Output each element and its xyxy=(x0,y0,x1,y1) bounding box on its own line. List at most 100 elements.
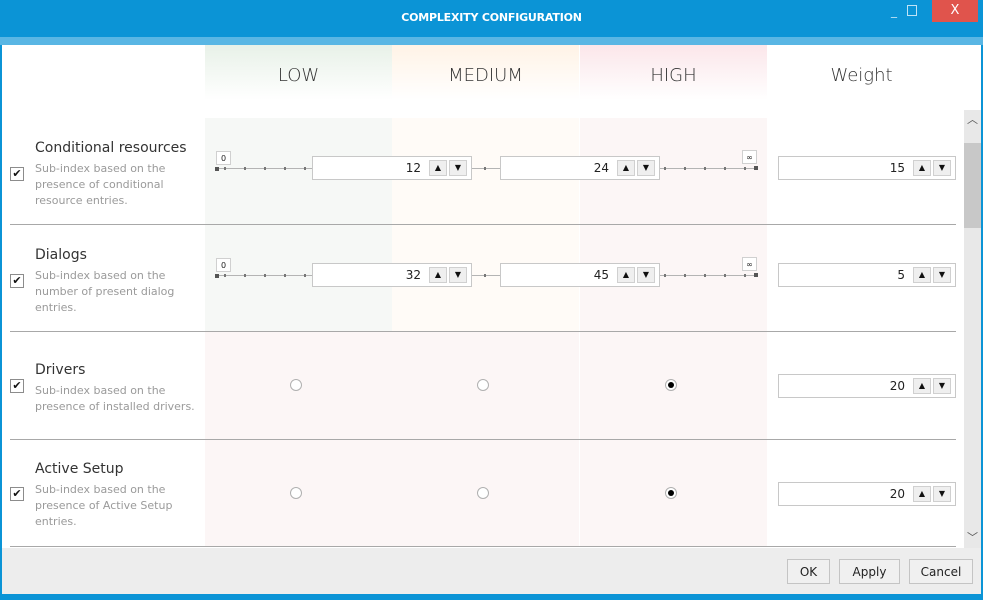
increment-button[interactable]: ▲ xyxy=(913,267,931,283)
decrement-button[interactable]: ▼ xyxy=(449,160,467,176)
check-icon: ✔ xyxy=(12,274,22,287)
weight-input[interactable]: 15 ▲ ▼ xyxy=(778,156,956,180)
weight-value: 15 xyxy=(889,161,905,175)
decrement-button[interactable]: ▼ xyxy=(637,160,655,176)
weight-input[interactable]: 20 ▲ ▼ xyxy=(778,482,956,506)
radio-low[interactable] xyxy=(290,487,302,499)
slider-tick xyxy=(664,167,666,170)
radio-low[interactable] xyxy=(290,379,302,391)
slider-end-cap xyxy=(754,166,758,170)
apply-button[interactable]: Apply xyxy=(839,559,900,584)
column-header-weight: Weight xyxy=(830,65,893,86)
slider-tick xyxy=(244,274,246,277)
vertical-scrollbar[interactable]: ︿ ﹀ xyxy=(964,110,981,548)
row-title: Dialogs xyxy=(35,247,87,263)
radio-high[interactable] xyxy=(665,487,677,499)
check-icon: ✔ xyxy=(12,167,22,180)
increment-button[interactable]: ▲ xyxy=(617,160,635,176)
slider-tick xyxy=(684,167,686,170)
scroll-up-button[interactable]: ︿ xyxy=(964,110,981,130)
slider-tick xyxy=(704,167,706,170)
radio-medium[interactable] xyxy=(477,379,489,391)
low-medium-threshold-input[interactable]: 12 ▲ ▼ xyxy=(312,156,472,180)
decrement-button[interactable]: ▼ xyxy=(933,267,951,283)
range-max-label: ∞ xyxy=(742,150,757,164)
slider-tick xyxy=(284,274,286,277)
row-title: Conditional resources xyxy=(35,140,187,156)
threshold-value: 12 xyxy=(405,161,421,175)
row-title: Drivers xyxy=(35,362,86,378)
weight-value: 20 xyxy=(889,379,905,393)
config-row-active-setup: ✔ Active Setup Sub-index based on the pr… xyxy=(2,440,964,547)
accent-strip xyxy=(0,37,983,45)
config-row-drivers: ✔ Drivers Sub-index based on the presenc… xyxy=(2,332,964,440)
slider-tick xyxy=(284,167,286,170)
threshold-value: 24 xyxy=(593,161,609,175)
column-header-low: LOW xyxy=(277,65,320,86)
config-row-conditional-resources: ✔ Conditional resources Sub-index based … xyxy=(2,118,964,225)
weight-input[interactable]: 20 ▲ ▼ xyxy=(778,374,956,398)
threshold-value: 32 xyxy=(405,268,421,282)
slider-track-high xyxy=(660,168,754,169)
config-row-dialogs: ✔ Dialogs Sub-index based on the number … xyxy=(2,225,964,332)
row-description: Sub-index based on the presence of Activ… xyxy=(35,483,173,528)
slider-tick xyxy=(244,167,246,170)
radio-high[interactable] xyxy=(665,379,677,391)
increment-button[interactable]: ▲ xyxy=(913,160,931,176)
range-min-label: 0 xyxy=(216,258,231,272)
range-min-label: 0 xyxy=(216,151,231,165)
decrement-button[interactable]: ▼ xyxy=(637,267,655,283)
increment-button[interactable]: ▲ xyxy=(617,267,635,283)
slider-tick xyxy=(744,167,746,170)
slider-tick xyxy=(684,274,686,277)
enable-checkbox[interactable]: ✔ xyxy=(10,167,24,181)
increment-button[interactable]: ▲ xyxy=(429,267,447,283)
scrollbar-thumb[interactable] xyxy=(964,143,981,228)
maximize-button[interactable] xyxy=(898,0,926,22)
enable-checkbox[interactable]: ✔ xyxy=(10,487,24,501)
row-description: Sub-index based on the presence of condi… xyxy=(35,162,166,207)
row-description: Sub-index based on the presence of insta… xyxy=(35,384,195,413)
close-button[interactable]: X xyxy=(932,0,978,22)
weight-value: 20 xyxy=(889,487,905,501)
decrement-button[interactable]: ▼ xyxy=(933,378,951,394)
radio-medium[interactable] xyxy=(477,487,489,499)
rows-scroll-area: ✔ Conditional resources Sub-index based … xyxy=(2,110,964,548)
decrement-button[interactable]: ▼ xyxy=(933,160,951,176)
slider-tick xyxy=(484,274,486,277)
maximize-icon xyxy=(907,5,917,16)
medium-high-threshold-input[interactable]: 45 ▲ ▼ xyxy=(500,263,660,287)
enable-checkbox[interactable]: ✔ xyxy=(10,274,24,288)
row-divider xyxy=(10,546,956,547)
slider-track-high xyxy=(660,275,754,276)
slider-tick xyxy=(304,274,306,277)
weight-value: 5 xyxy=(897,268,905,282)
low-medium-threshold-input[interactable]: 32 ▲ ▼ xyxy=(312,263,472,287)
check-icon: ✔ xyxy=(12,379,22,392)
enable-checkbox[interactable]: ✔ xyxy=(10,379,24,393)
medium-high-threshold-input[interactable]: 24 ▲ ▼ xyxy=(500,156,660,180)
row-description: Sub-index based on the number of present… xyxy=(35,269,175,314)
slider-tick xyxy=(704,274,706,277)
config-panel: LOW MEDIUM HIGH Weight ✔ Conditional res… xyxy=(2,45,981,548)
cancel-button[interactable]: Cancel xyxy=(909,559,973,584)
increment-button[interactable]: ▲ xyxy=(913,486,931,502)
ok-button[interactable]: OK xyxy=(787,559,830,584)
window-title: COMPLEXITY CONFIGURATION xyxy=(401,11,582,24)
slider-tick xyxy=(304,167,306,170)
slider-tick xyxy=(724,274,726,277)
slider-track-medium xyxy=(472,168,500,169)
decrement-button[interactable]: ▼ xyxy=(449,267,467,283)
check-icon: ✔ xyxy=(12,487,22,500)
increment-button[interactable]: ▲ xyxy=(429,160,447,176)
threshold-value: 45 xyxy=(593,268,609,282)
slider-tick xyxy=(224,167,226,170)
slider-tick xyxy=(664,274,666,277)
decrement-button[interactable]: ▼ xyxy=(933,486,951,502)
weight-input[interactable]: 5 ▲ ▼ xyxy=(778,263,956,287)
slider-tick xyxy=(264,274,266,277)
slider-end-cap xyxy=(754,273,758,277)
scroll-down-button[interactable]: ﹀ xyxy=(964,528,981,548)
title-bar: COMPLEXITY CONFIGURATION _ X xyxy=(0,0,983,37)
increment-button[interactable]: ▲ xyxy=(913,378,931,394)
